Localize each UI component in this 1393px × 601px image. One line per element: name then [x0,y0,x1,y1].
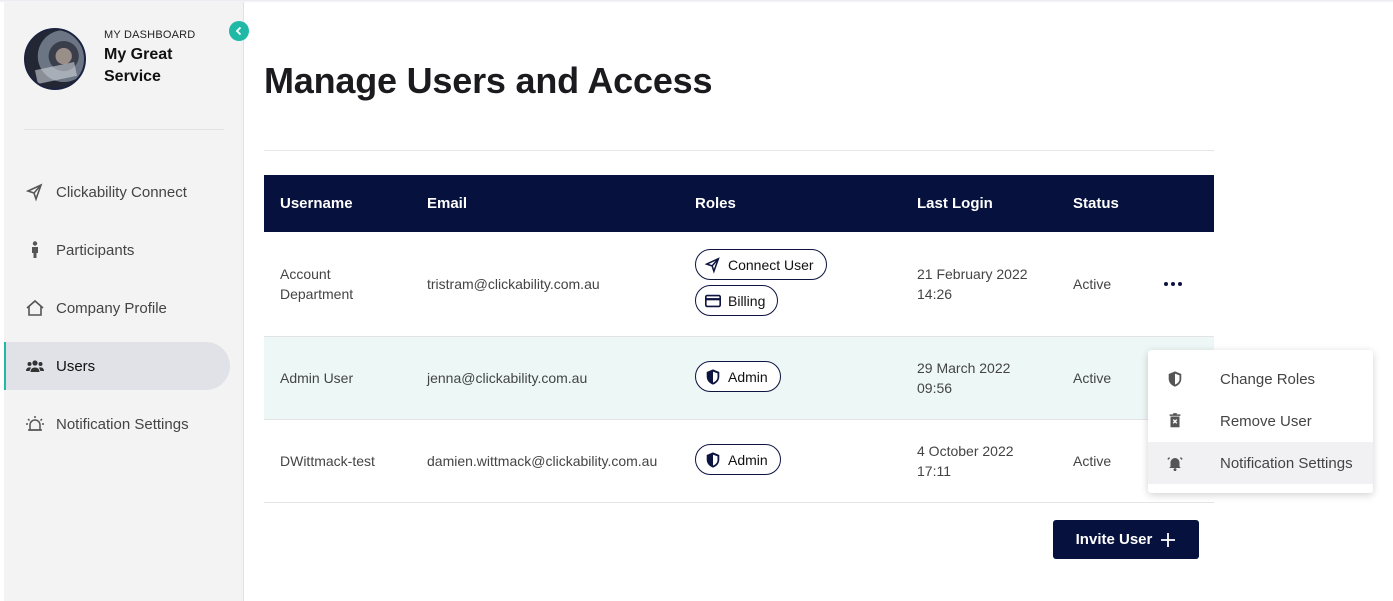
plus-icon [1161,532,1176,547]
collapse-sidebar-button[interactable] [229,21,249,41]
menu-item-notification-settings[interactable]: Notification Settings [1148,442,1373,484]
table-row[interactable]: DWittmack-test damien.wittmack@clickabil… [264,420,1214,503]
username-cell: DWittmack-test [280,453,375,469]
column-header-username: Username [280,195,353,212]
last-login-date: 29 March 2022 [917,360,1011,376]
sidebar-item-users[interactable]: Users [4,342,230,390]
trash-icon [1169,413,1181,428]
role-badge-admin: Admin [695,361,781,392]
menu-item-label: Change Roles [1220,370,1316,388]
sidebar-item-label: Clickability Connect [56,183,187,201]
last-login-date: 21 February 2022 [917,266,1028,282]
last-login-time: 14:26 [917,286,953,302]
table-row[interactable]: Admin User jenna@clickability.com.au Adm… [264,337,1214,420]
role-label: Admin [728,451,768,468]
avatar [24,28,86,90]
shield-icon [1168,371,1182,387]
sidebar-item-clickability-connect[interactable]: Clickability Connect [4,168,244,216]
chevron-left-icon [235,26,242,36]
sidebar-item-participants[interactable]: Participants [4,226,244,274]
row-actions-button[interactable] [1158,274,1188,294]
sidebar-nav: Clickability Connect Participants Compan… [4,168,244,458]
sidebar-item-label: Notification Settings [56,415,189,433]
menu-item-label: Remove User [1220,412,1312,430]
shield-icon [706,368,720,385]
username-cell: Account Department [280,266,354,302]
alarm-icon [26,416,44,431]
invite-user-label: Invite User [1075,531,1153,548]
column-header-email: Email [427,195,468,212]
menu-item-label: Notification Settings [1220,454,1353,472]
credit-card-icon [704,294,722,307]
table-row[interactable]: Account Department tristram@clickability… [264,232,1214,337]
bell-icon [1167,457,1183,472]
users-icon [26,360,44,372]
menu-item-change-roles[interactable]: Change Roles [1148,358,1373,400]
username-cell: Admin User [280,370,354,386]
status-cell: Active [1073,370,1112,386]
sidebar-divider [24,129,224,130]
role-badge-billing: Billing [695,285,779,316]
email-cell: damien.wittmack@clickability.com.au [427,453,658,469]
page-title: Manage Users and Access [264,60,713,101]
title-divider [264,150,1214,151]
menu-item-remove-user[interactable]: Remove User [1148,400,1373,442]
service-name: My Great Service [104,46,173,85]
role-badge-connect-user: Connect User [695,249,827,280]
column-header-last-login: Last Login [917,195,993,212]
sidebar-item-label: Users [56,357,96,375]
role-label: Connect User [728,256,814,273]
connect-icon [704,256,720,274]
email-cell: jenna@clickability.com.au [427,370,588,386]
sidebar-item-label: Company Profile [56,299,167,317]
sidebar-item-notification-settings[interactable]: Notification Settings [4,400,244,448]
email-cell: tristram@clickability.com.au [427,276,600,292]
invite-user-button[interactable]: Invite User [1053,520,1199,559]
dashboard-label: MY DASHBOARD [104,29,196,41]
connect-icon [25,183,43,202]
role-label: Admin [728,368,768,385]
status-cell: Active [1073,276,1112,292]
table-header: Username Email Roles Last Login Status [264,175,1214,232]
row-actions-menu: Change Roles Remove User Notification Se… [1148,350,1373,493]
users-table: Username Email Roles Last Login Status A… [264,175,1214,503]
person-icon [32,241,38,258]
last-login-time: 09:56 [917,380,953,396]
sidebar: MY DASHBOARD My Great Service Clickabili… [4,2,244,601]
home-icon [26,299,44,316]
column-header-status: Status [1073,195,1119,212]
role-badge-admin: Admin [695,444,781,475]
sidebar-item-label: Participants [56,241,135,259]
shield-icon [706,451,720,468]
last-login-date: 4 October 2022 [917,443,1014,459]
role-label: Billing [728,292,766,309]
column-header-roles: Roles [695,195,736,212]
last-login-time: 17:11 [917,463,951,479]
status-cell: Active [1073,453,1112,469]
sidebar-item-company-profile[interactable]: Company Profile [4,284,244,332]
